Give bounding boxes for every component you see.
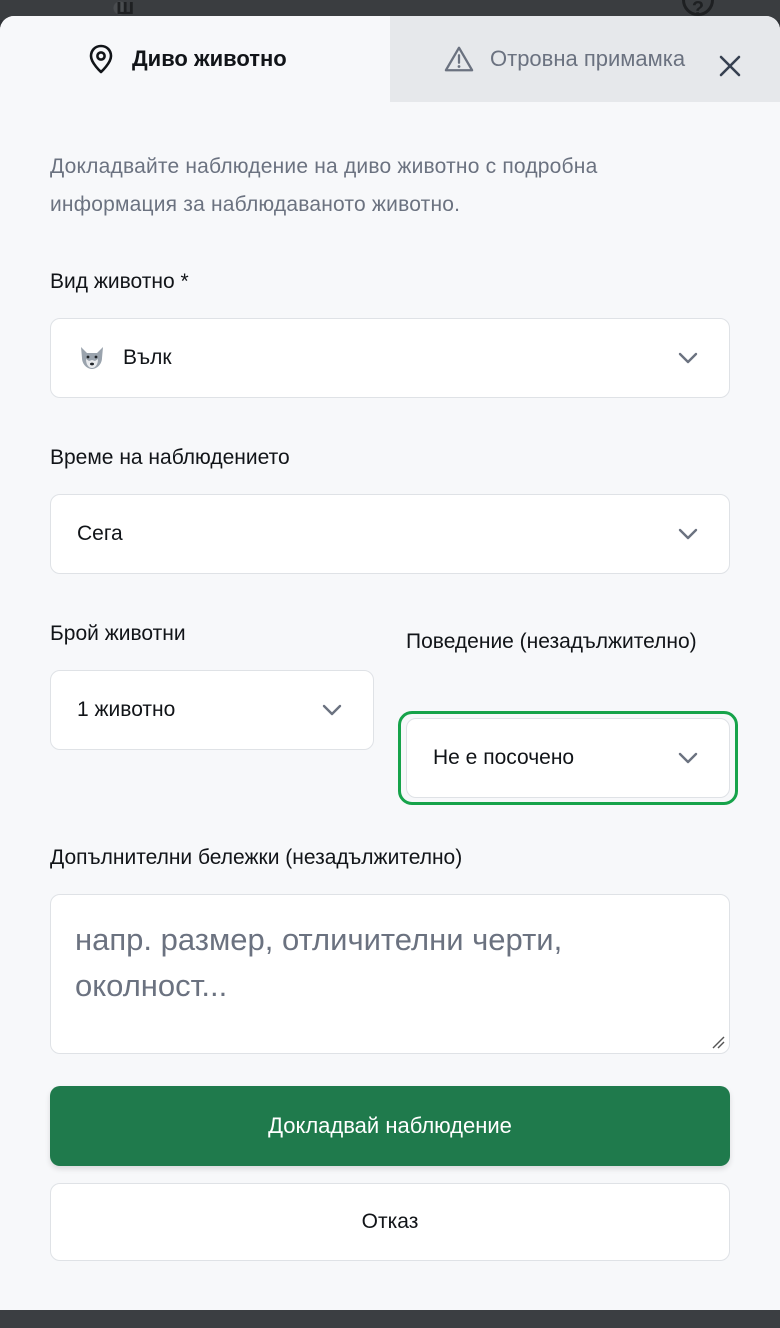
time-value: Сега — [77, 522, 123, 545]
warning-triangle-icon — [444, 44, 474, 74]
behavior-select[interactable]: Не е посочено — [406, 718, 730, 798]
behavior-value: Не е посочено — [433, 746, 575, 769]
resize-handle-icon[interactable] — [711, 1035, 725, 1049]
time-label: Време на наблюдението — [50, 446, 290, 469]
count-select[interactable]: 1 животно — [50, 670, 374, 750]
chevron-down-icon — [677, 527, 699, 541]
count-label: Брой животни — [50, 622, 186, 645]
map-pin-icon — [86, 44, 116, 74]
behavior-label: Поведение (незадължително) — [406, 630, 697, 653]
tab-wildlife[interactable]: Диво животно — [0, 16, 390, 102]
species-select[interactable]: Вълк — [50, 318, 730, 398]
close-icon — [719, 55, 741, 77]
chevron-down-icon — [321, 703, 343, 717]
notes-label: Допълнителни бележки (незадължително) — [50, 846, 463, 869]
tab-poison-bait-label: Отровна примамка — [490, 46, 686, 71]
species-label: Вид животно * — [50, 270, 189, 293]
form-description: Докладвайте наблюдение на диво животно с… — [50, 155, 598, 216]
chevron-down-icon — [677, 751, 699, 765]
tab-wildlife-label: Диво животно — [132, 46, 287, 71]
count-value: 1 животно — [77, 698, 176, 721]
submit-report-button[interactable]: Докладвай наблюдение — [50, 1086, 730, 1166]
species-value: Вълк — [123, 346, 172, 369]
report-modal: Диво животно Отровна примамка Докладвайт… — [0, 16, 780, 1310]
wolf-icon — [77, 343, 107, 373]
notes-textarea[interactable]: напр. размер, отличителни черти, околнос… — [50, 894, 730, 1054]
notes-placeholder: напр. размер, отличителни черти, околнос… — [75, 922, 563, 1003]
time-select[interactable]: Сега — [50, 494, 730, 574]
chevron-down-icon — [677, 351, 699, 365]
tab-bar: Диво животно Отровна примамка — [0, 16, 780, 102]
close-button[interactable] — [712, 48, 748, 84]
cancel-button[interactable]: Отказ — [50, 1183, 730, 1261]
